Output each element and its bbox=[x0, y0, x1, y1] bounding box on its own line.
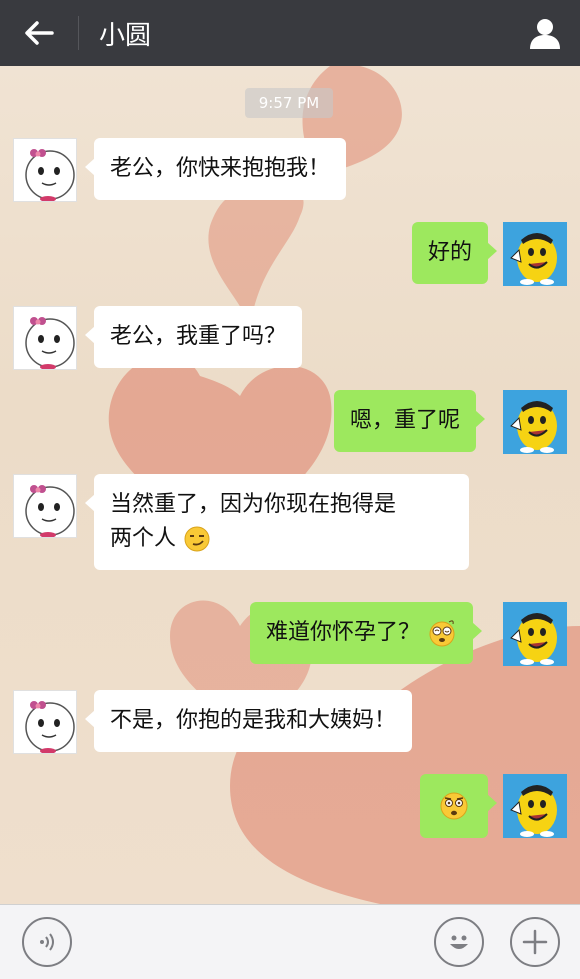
emoji-button[interactable] bbox=[434, 917, 484, 967]
message-text: 老公，你快来抱抱我！ bbox=[110, 156, 331, 181]
input-bar bbox=[0, 904, 580, 979]
smirk-emoji-icon bbox=[184, 526, 210, 552]
yellow-character-avatar-icon bbox=[503, 222, 567, 286]
message-bubble-received[interactable]: 当然重了，因为你现在抱得是 两个人 bbox=[85, 474, 469, 570]
contact-avatar[interactable] bbox=[13, 474, 77, 538]
plus-icon bbox=[522, 929, 548, 955]
message-text: 当然重了，因为你现在抱得是 bbox=[110, 492, 397, 517]
header-divider bbox=[78, 16, 79, 50]
message-text: 两个人 bbox=[110, 526, 177, 551]
girl-avatar-icon bbox=[25, 317, 75, 369]
yellow-character-avatar-icon bbox=[503, 390, 567, 454]
my-avatar[interactable] bbox=[503, 222, 567, 286]
shocked-emoji-icon bbox=[440, 792, 468, 820]
girl-avatar-icon bbox=[25, 149, 75, 201]
girl-avatar-icon bbox=[25, 701, 75, 753]
contact-avatar[interactable] bbox=[13, 306, 77, 370]
message-bubble-sent[interactable] bbox=[420, 774, 497, 838]
message-bubble-received[interactable]: 老公，我重了吗？ bbox=[84, 306, 303, 368]
chat-info-button[interactable] bbox=[510, 0, 580, 66]
person-icon bbox=[530, 19, 560, 49]
smiley-icon bbox=[450, 935, 468, 949]
message-list[interactable]: 9:57 PM 老公，你快来抱抱我！ 好的 老公，我重了吗？ 嗯，重了呢 当然重… bbox=[0, 66, 580, 904]
message-bubble-sent[interactable]: 难道你怀孕了？ bbox=[250, 602, 483, 664]
voice-input-button[interactable] bbox=[22, 917, 72, 967]
more-options-button[interactable] bbox=[510, 917, 560, 967]
my-avatar[interactable] bbox=[503, 390, 567, 454]
message-text: 老公，我重了吗？ bbox=[110, 324, 287, 349]
message-text: 不是，你抱的是我和大姨妈！ bbox=[110, 708, 397, 733]
message-bubble-sent[interactable]: 好的 bbox=[412, 222, 498, 284]
voice-icon bbox=[40, 933, 54, 951]
contact-avatar[interactable] bbox=[13, 138, 77, 202]
app-header: 小圆 bbox=[0, 0, 580, 66]
message-text: 好的 bbox=[428, 240, 473, 265]
timestamp: 9:57 PM bbox=[245, 88, 333, 118]
my-avatar[interactable] bbox=[503, 774, 567, 838]
back-button[interactable] bbox=[0, 0, 78, 66]
message-input[interactable] bbox=[84, 915, 424, 969]
message-text: 嗯，重了呢 bbox=[350, 408, 461, 433]
my-avatar[interactable] bbox=[503, 602, 567, 666]
chat-title: 小圆 bbox=[99, 20, 152, 51]
message-bubble-sent[interactable]: 嗯，重了呢 bbox=[334, 390, 486, 452]
dizzy-emoji-icon bbox=[429, 620, 455, 647]
yellow-character-avatar-icon bbox=[503, 774, 567, 838]
message-bubble-received[interactable]: 不是，你抱的是我和大姨妈！ bbox=[84, 690, 413, 752]
yellow-character-avatar-icon bbox=[503, 602, 567, 666]
back-arrow-icon bbox=[25, 21, 54, 45]
message-text: 难道你怀孕了？ bbox=[266, 620, 421, 645]
girl-avatar-icon bbox=[25, 485, 75, 537]
contact-avatar[interactable] bbox=[13, 690, 77, 754]
message-bubble-received[interactable]: 老公，你快来抱抱我！ bbox=[84, 138, 347, 200]
